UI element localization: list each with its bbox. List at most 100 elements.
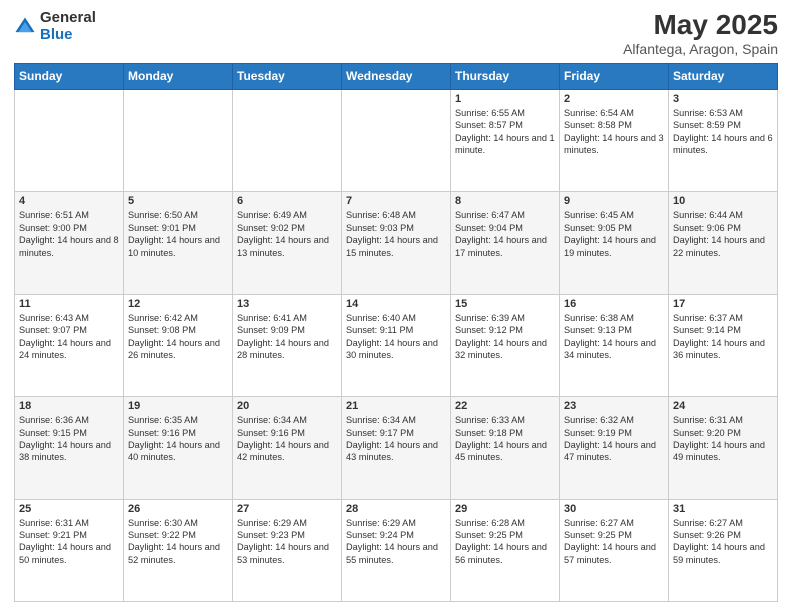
cell-w5-d5: 29 Sunrise: 6:28 AM Sunset: 9:25 PM Dayli… bbox=[451, 499, 560, 601]
day-num-24: 24 bbox=[673, 400, 773, 412]
days-header-row: Sunday Monday Tuesday Wednesday Thursday… bbox=[15, 63, 778, 89]
day-info-18: Sunrise: 6:36 AM Sunset: 9:15 PM Dayligh… bbox=[19, 414, 119, 464]
cell-w1-d2 bbox=[124, 89, 233, 191]
day-info-1: Sunrise: 6:55 AM Sunset: 8:57 PM Dayligh… bbox=[455, 107, 555, 157]
day-num-29: 29 bbox=[455, 503, 555, 515]
day-info-14: Sunrise: 6:40 AM Sunset: 9:11 PM Dayligh… bbox=[346, 312, 446, 362]
day-info-30: Sunrise: 6:27 AM Sunset: 9:25 PM Dayligh… bbox=[564, 517, 664, 567]
header: General Blue May 2025 Alfantega, Aragon,… bbox=[14, 10, 778, 57]
day-num-21: 21 bbox=[346, 400, 446, 412]
day-info-19: Sunrise: 6:35 AM Sunset: 9:16 PM Dayligh… bbox=[128, 414, 228, 464]
day-info-7: Sunrise: 6:48 AM Sunset: 9:03 PM Dayligh… bbox=[346, 209, 446, 259]
cell-w3-d1: 11 Sunrise: 6:43 AM Sunset: 9:07 PM Dayli… bbox=[15, 294, 124, 396]
cell-w3-d5: 15 Sunrise: 6:39 AM Sunset: 9:12 PM Dayli… bbox=[451, 294, 560, 396]
day-info-21: Sunrise: 6:34 AM Sunset: 9:17 PM Dayligh… bbox=[346, 414, 446, 464]
cell-w3-d2: 12 Sunrise: 6:42 AM Sunset: 9:08 PM Dayli… bbox=[124, 294, 233, 396]
cell-w1-d7: 3 Sunrise: 6:53 AM Sunset: 8:59 PM Daylig… bbox=[669, 89, 778, 191]
day-num-19: 19 bbox=[128, 400, 228, 412]
day-num-7: 7 bbox=[346, 195, 446, 207]
day-num-10: 10 bbox=[673, 195, 773, 207]
day-num-15: 15 bbox=[455, 298, 555, 310]
day-info-28: Sunrise: 6:29 AM Sunset: 9:24 PM Dayligh… bbox=[346, 517, 446, 567]
day-info-26: Sunrise: 6:30 AM Sunset: 9:22 PM Dayligh… bbox=[128, 517, 228, 567]
month-title: May 2025 bbox=[623, 10, 778, 41]
day-num-12: 12 bbox=[128, 298, 228, 310]
cell-w1-d5: 1Sunrise: 6:55 AM Sunset: 8:57 PM Daylig… bbox=[451, 89, 560, 191]
logo-blue-label: Blue bbox=[40, 27, 96, 44]
col-thursday: Thursday bbox=[451, 63, 560, 89]
cell-w5-d3: 27 Sunrise: 6:29 AM Sunset: 9:23 PM Dayli… bbox=[233, 499, 342, 601]
cell-w4-d2: 19 Sunrise: 6:35 AM Sunset: 9:16 PM Dayli… bbox=[124, 397, 233, 499]
day-info-12: Sunrise: 6:42 AM Sunset: 9:08 PM Dayligh… bbox=[128, 312, 228, 362]
day-num-31: 31 bbox=[673, 503, 773, 515]
logo-icon bbox=[14, 16, 36, 38]
day-info-29: Sunrise: 6:28 AM Sunset: 9:25 PM Dayligh… bbox=[455, 517, 555, 567]
day-num-30: 30 bbox=[564, 503, 664, 515]
day-num-14: 14 bbox=[346, 298, 446, 310]
day-info-22: Sunrise: 6:33 AM Sunset: 9:18 PM Dayligh… bbox=[455, 414, 555, 464]
calendar: Sunday Monday Tuesday Wednesday Thursday… bbox=[14, 63, 778, 602]
cell-w2-d7: 10Sunrise: 6:44 AM Sunset: 9:06 PM Dayli… bbox=[669, 192, 778, 294]
col-friday: Friday bbox=[560, 63, 669, 89]
cell-w2-d1: 4Sunrise: 6:51 AM Sunset: 9:00 PM Daylig… bbox=[15, 192, 124, 294]
week-row-2: 4Sunrise: 6:51 AM Sunset: 9:00 PM Daylig… bbox=[15, 192, 778, 294]
cell-w4-d7: 24 Sunrise: 6:31 AM Sunset: 9:20 PM Dayli… bbox=[669, 397, 778, 499]
day-num-22: 22 bbox=[455, 400, 555, 412]
day-info-11: Sunrise: 6:43 AM Sunset: 9:07 PM Dayligh… bbox=[19, 312, 119, 362]
cell-w2-d3: 6 Sunrise: 6:49 AM Sunset: 9:02 PM Daylig… bbox=[233, 192, 342, 294]
day-info-3: Sunrise: 6:53 AM Sunset: 8:59 PM Dayligh… bbox=[673, 107, 773, 157]
day-info-9: Sunrise: 6:45 AM Sunset: 9:05 PM Dayligh… bbox=[564, 209, 664, 259]
day-info-15: Sunrise: 6:39 AM Sunset: 9:12 PM Dayligh… bbox=[455, 312, 555, 362]
day-info-17: Sunrise: 6:37 AM Sunset: 9:14 PM Dayligh… bbox=[673, 312, 773, 362]
day-num-2: 2 bbox=[564, 93, 664, 105]
day-num-20: 20 bbox=[237, 400, 337, 412]
col-sunday: Sunday bbox=[15, 63, 124, 89]
day-num-11: 11 bbox=[19, 298, 119, 310]
day-info-16: Sunrise: 6:38 AM Sunset: 9:13 PM Dayligh… bbox=[564, 312, 664, 362]
day-num-6: 6 bbox=[237, 195, 337, 207]
day-num-3: 3 bbox=[673, 93, 773, 105]
day-num-17: 17 bbox=[673, 298, 773, 310]
day-num-13: 13 bbox=[237, 298, 337, 310]
day-num-27: 27 bbox=[237, 503, 337, 515]
logo: General Blue bbox=[14, 10, 96, 43]
day-num-16: 16 bbox=[564, 298, 664, 310]
cell-w1-d3 bbox=[233, 89, 342, 191]
day-info-6: Sunrise: 6:49 AM Sunset: 9:02 PM Dayligh… bbox=[237, 209, 337, 259]
logo-text: General Blue bbox=[40, 10, 96, 43]
day-info-31: Sunrise: 6:27 AM Sunset: 9:26 PM Dayligh… bbox=[673, 517, 773, 567]
day-info-24: Sunrise: 6:31 AM Sunset: 9:20 PM Dayligh… bbox=[673, 414, 773, 464]
cell-w3-d7: 17 Sunrise: 6:37 AM Sunset: 9:14 PM Dayli… bbox=[669, 294, 778, 396]
cell-w4-d5: 22 Sunrise: 6:33 AM Sunset: 9:18 PM Dayli… bbox=[451, 397, 560, 499]
day-num-23: 23 bbox=[564, 400, 664, 412]
day-num-25: 25 bbox=[19, 503, 119, 515]
cell-w1-d4 bbox=[342, 89, 451, 191]
cell-w2-d2: 5Sunrise: 6:50 AM Sunset: 9:01 PM Daylig… bbox=[124, 192, 233, 294]
day-num-18: 18 bbox=[19, 400, 119, 412]
title-block: May 2025 Alfantega, Aragon, Spain bbox=[623, 10, 778, 57]
cell-w3-d3: 13Sunrise: 6:41 AM Sunset: 9:09 PM Dayli… bbox=[233, 294, 342, 396]
day-info-4: Sunrise: 6:51 AM Sunset: 9:00 PM Dayligh… bbox=[19, 209, 119, 259]
week-row-4: 18 Sunrise: 6:36 AM Sunset: 9:15 PM Dayli… bbox=[15, 397, 778, 499]
cell-w5-d6: 30 Sunrise: 6:27 AM Sunset: 9:25 PM Dayli… bbox=[560, 499, 669, 601]
day-info-27: Sunrise: 6:29 AM Sunset: 9:23 PM Dayligh… bbox=[237, 517, 337, 567]
day-info-2: Sunrise: 6:54 AM Sunset: 8:58 PM Dayligh… bbox=[564, 107, 664, 157]
col-wednesday: Wednesday bbox=[342, 63, 451, 89]
cell-w4-d6: 23Sunrise: 6:32 AM Sunset: 9:19 PM Dayli… bbox=[560, 397, 669, 499]
col-saturday: Saturday bbox=[669, 63, 778, 89]
day-num-28: 28 bbox=[346, 503, 446, 515]
day-num-8: 8 bbox=[455, 195, 555, 207]
cell-w2-d4: 7 Sunrise: 6:48 AM Sunset: 9:03 PM Daylig… bbox=[342, 192, 451, 294]
day-num-5: 5 bbox=[128, 195, 228, 207]
calendar-body: 1Sunrise: 6:55 AM Sunset: 8:57 PM Daylig… bbox=[15, 89, 778, 601]
cell-w5-d4: 28 Sunrise: 6:29 AM Sunset: 9:24 PM Dayli… bbox=[342, 499, 451, 601]
week-row-5: 25Sunrise: 6:31 AM Sunset: 9:21 PM Dayli… bbox=[15, 499, 778, 601]
col-monday: Monday bbox=[124, 63, 233, 89]
logo-general-label: General bbox=[40, 10, 96, 27]
col-tuesday: Tuesday bbox=[233, 63, 342, 89]
day-info-20: Sunrise: 6:34 AM Sunset: 9:16 PM Dayligh… bbox=[237, 414, 337, 464]
cell-w4-d4: 21 Sunrise: 6:34 AM Sunset: 9:17 PM Dayli… bbox=[342, 397, 451, 499]
cell-w1-d6: 2 Sunrise: 6:54 AM Sunset: 8:58 PM Daylig… bbox=[560, 89, 669, 191]
week-row-1: 1Sunrise: 6:55 AM Sunset: 8:57 PM Daylig… bbox=[15, 89, 778, 191]
cell-w5-d2: 26Sunrise: 6:30 AM Sunset: 9:22 PM Dayli… bbox=[124, 499, 233, 601]
